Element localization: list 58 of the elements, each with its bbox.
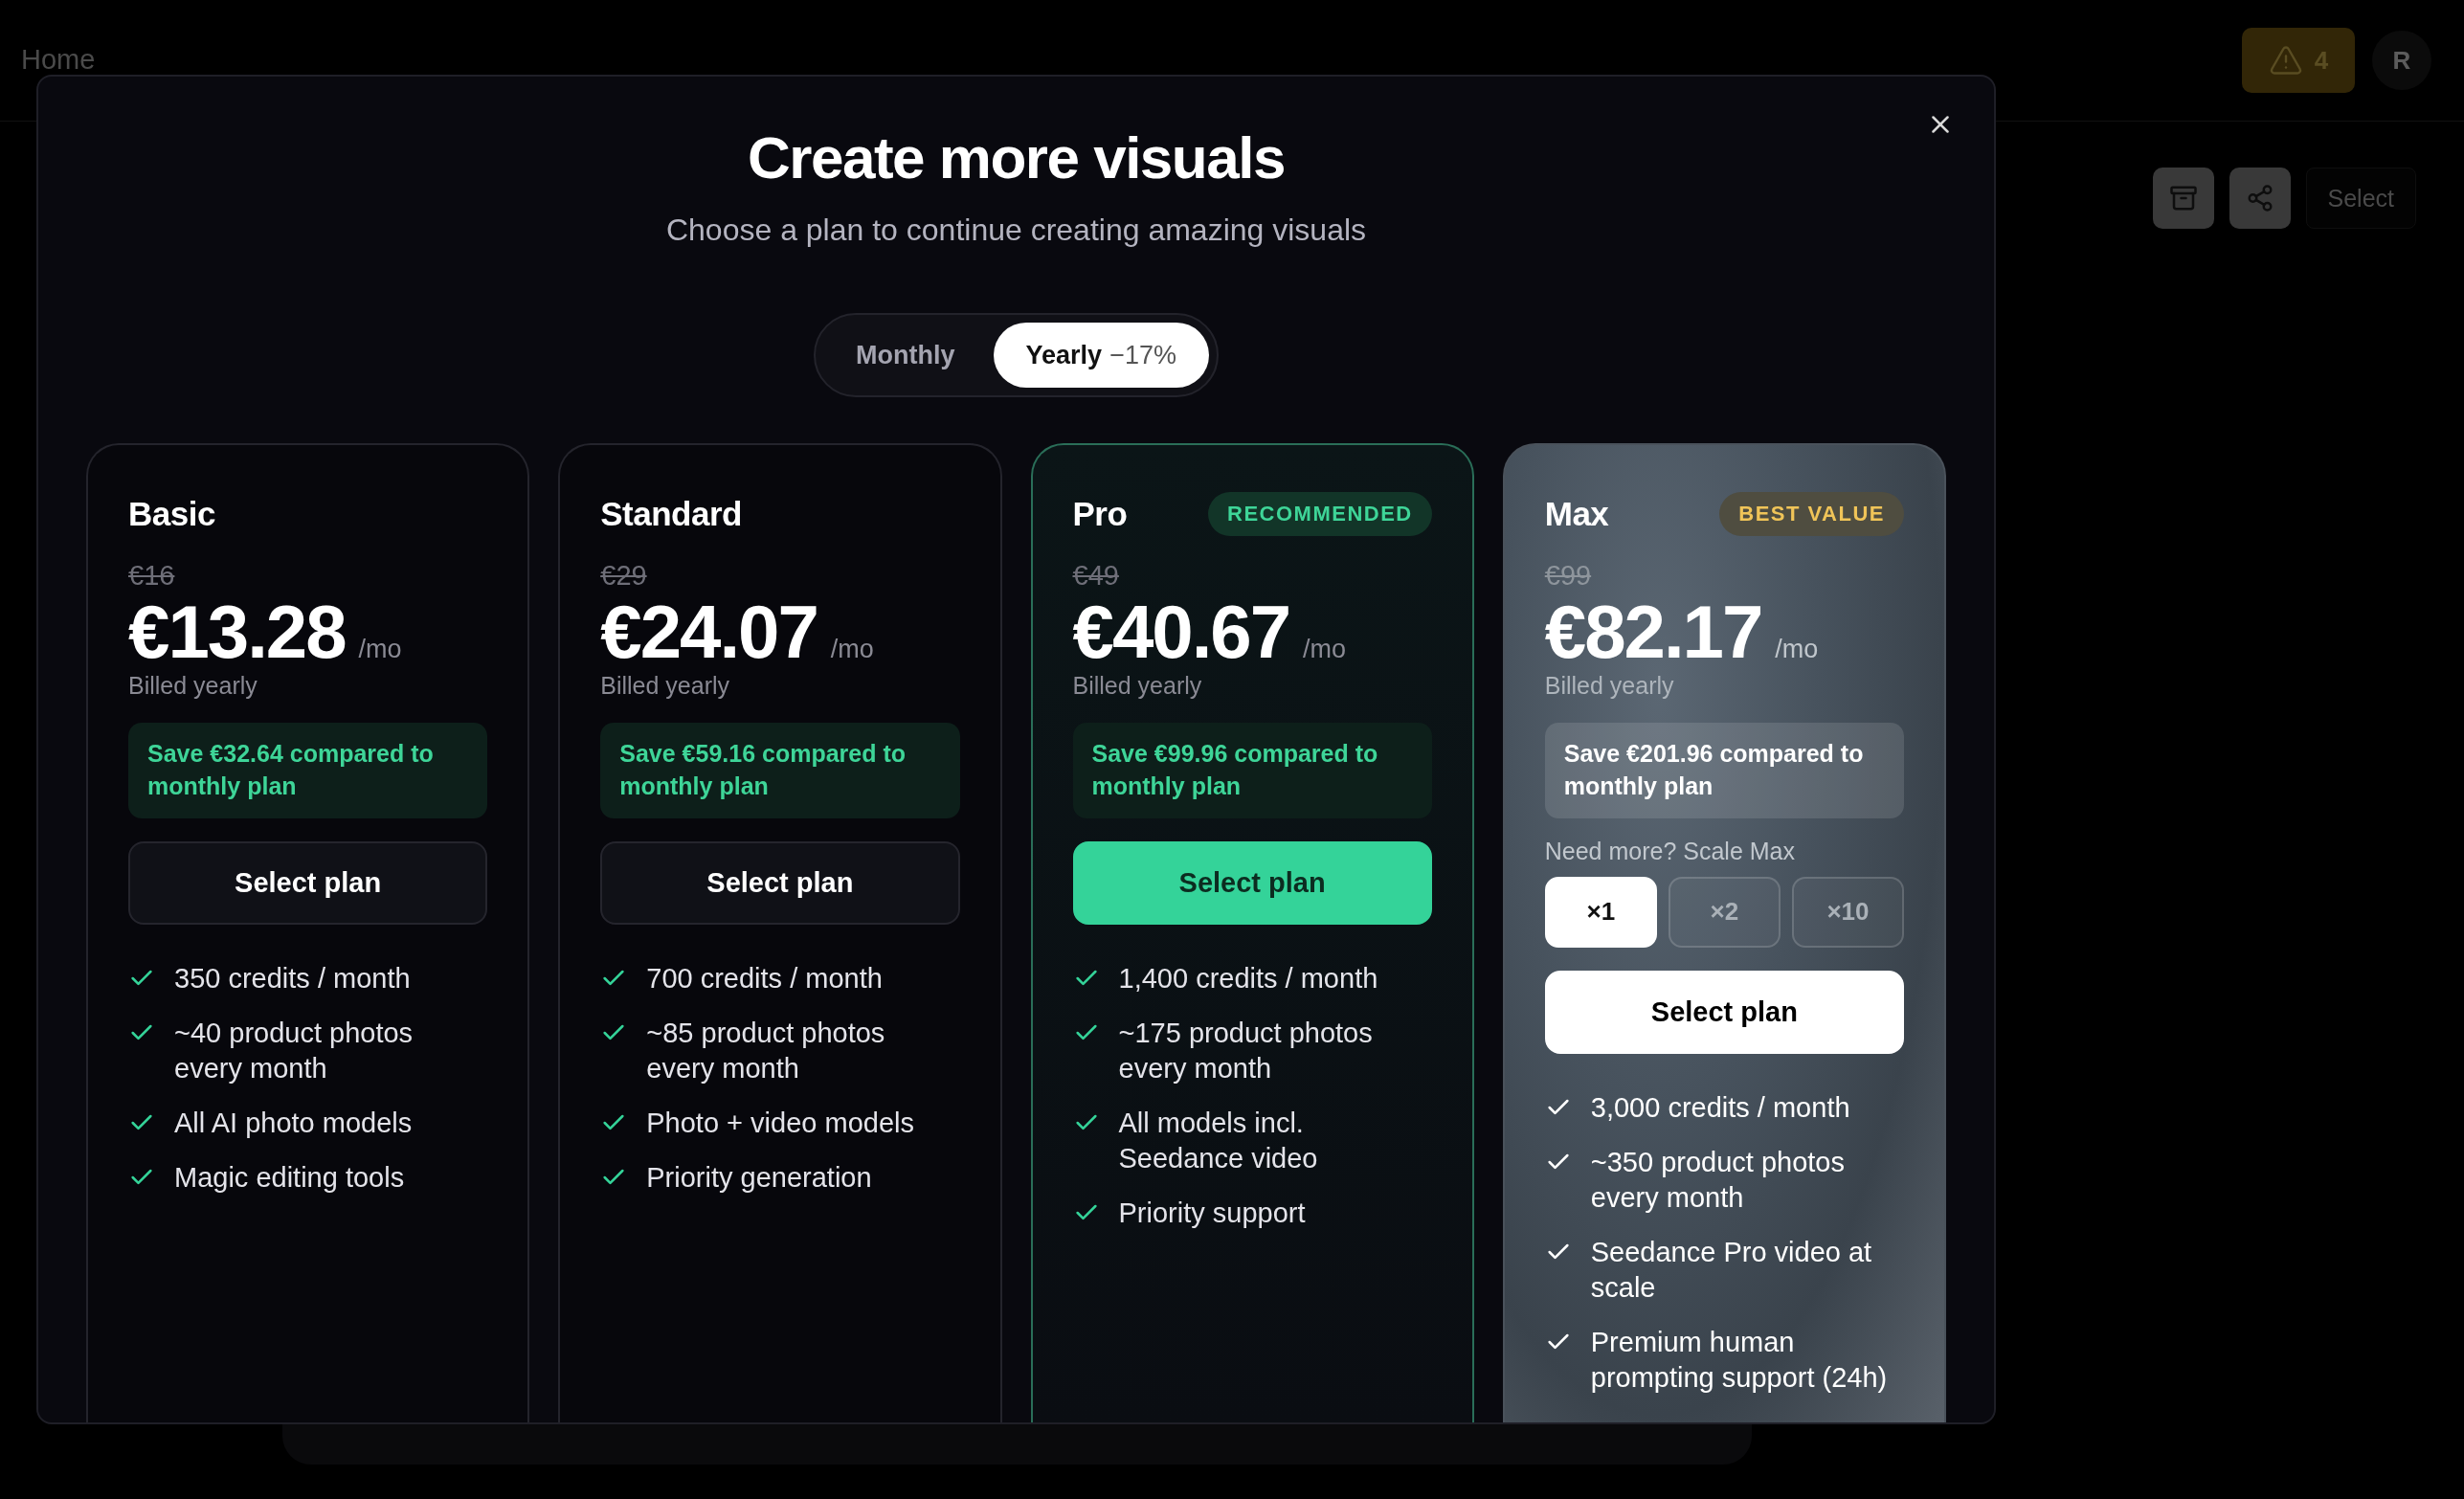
feature-text: Priority support [1118, 1196, 1306, 1230]
price-period: /mo [1775, 635, 1819, 665]
feature-text: Magic editing tools [174, 1160, 405, 1195]
feature-text: All AI photo models [174, 1106, 413, 1140]
original-price: €99 [1544, 560, 1592, 593]
archive-icon [2168, 184, 2198, 213]
feature-text: 700 credits / month [646, 961, 883, 996]
billing-note: Billed yearly [1072, 672, 1202, 701]
billing-tab[interactable]: Yearly −17% [993, 323, 1209, 389]
plan-name: Pro [1072, 495, 1128, 534]
plan-badge: BEST VALUE [1719, 492, 1904, 537]
savings-note: Save €59.16 compared to monthly plan [600, 723, 960, 818]
plan-price: €40.67 [1072, 593, 1290, 673]
plan-name: Basic [128, 495, 215, 534]
plan-price: €82.17 [1544, 593, 1762, 673]
feature-text: ~350 product photos every month [1590, 1145, 1846, 1215]
plan-name: Standard [600, 495, 742, 534]
savings-note: Save €99.96 compared to monthly plan [1072, 723, 1432, 818]
price-period: /mo [1303, 635, 1347, 665]
discount-label: −17% [1109, 340, 1176, 370]
feature-text: Premium human prompting support (24h) [1590, 1325, 1889, 1395]
feature-text: All models incl. Seedance video [1118, 1106, 1319, 1175]
billing-note: Billed yearly [1544, 672, 1674, 701]
select-plan-button[interactable]: Select plan [600, 840, 960, 925]
plan-name: Max [1544, 495, 1609, 534]
share-button[interactable] [2229, 168, 2291, 229]
feature-text: ~85 product photos every month [646, 1016, 886, 1085]
select-plan-button[interactable]: Select plan [128, 840, 488, 925]
price-period: /mo [358, 635, 402, 665]
archive-button[interactable] [2152, 168, 2214, 229]
select-plan-button[interactable]: Select plan [1072, 840, 1432, 925]
savings-note: Save €201.96 compared to monthly plan [1544, 723, 1904, 818]
plan-price: €24.07 [600, 593, 818, 673]
billing-note: Billed yearly [128, 672, 258, 701]
price-period: /mo [830, 635, 874, 665]
savings-note: Save €32.64 compared to monthly plan [128, 723, 488, 818]
scale-option[interactable]: ×1 [1544, 876, 1657, 948]
feature-text: 1,400 credits / month [1118, 961, 1378, 996]
feature-text: 350 credits / month [174, 961, 411, 996]
warning-icon [2268, 43, 2303, 78]
feature-text: 3,000 credits / month [1590, 1090, 1850, 1125]
original-price: €29 [600, 560, 647, 593]
billing-tab[interactable]: Monthly [823, 323, 988, 389]
scale-label: Need more? Scale Max [1544, 837, 1795, 865]
select-plan-button[interactable]: Select plan [1544, 970, 1904, 1054]
scale-option[interactable]: ×10 [1791, 876, 1904, 948]
feature-text: ~175 product photos every month [1118, 1016, 1374, 1085]
dialog-subtitle: Choose a plan to continue creating amazing visuals [665, 213, 1367, 249]
original-price: €16 [128, 560, 175, 593]
plan-price: €13.28 [128, 593, 346, 673]
feature-text: Priority generation [646, 1160, 872, 1195]
billing-note: Billed yearly [600, 672, 730, 701]
feature-text: Seedance Pro video at scale [1590, 1235, 1873, 1305]
original-price: €49 [1072, 560, 1119, 593]
feature-text: Photo + video models [646, 1106, 914, 1140]
dialog-title: Create more visuals [748, 123, 1285, 192]
feature-text: ~40 product photos every month [174, 1016, 414, 1085]
plan-badge: RECOMMENDED [1208, 492, 1432, 537]
